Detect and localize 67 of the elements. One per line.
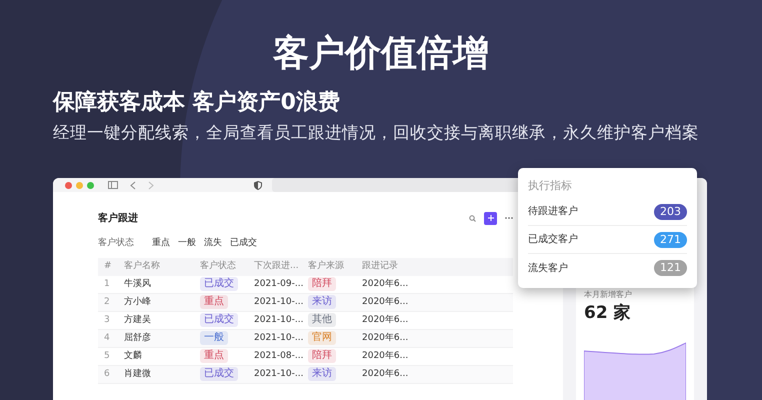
next-follow-up: 2021-08-... — [254, 350, 304, 363]
metric-count: 271 — [654, 232, 687, 248]
status-tag: 重点 — [200, 295, 228, 310]
forward-icon[interactable] — [148, 180, 154, 190]
follow-up-record: 2020年6... — [362, 368, 410, 381]
shield-icon — [254, 180, 262, 190]
column-header: 客户来源 — [308, 260, 345, 274]
status-tag: 重点 — [200, 349, 228, 364]
headline: 客户价值倍增 — [273, 32, 489, 76]
metrics-title: 执行指标 — [528, 178, 573, 194]
follow-up-record: 2020年6... — [362, 332, 410, 345]
next-follow-up: 2021-10-... — [254, 314, 304, 327]
row-number: 4 — [103, 332, 111, 345]
stat-label: 本月新增客户 — [584, 289, 633, 301]
column-header: # — [103, 260, 113, 274]
follow-up-record: 2020年6... — [362, 314, 410, 327]
status-tag: 已成交 — [200, 277, 238, 292]
status-tag: 已成交 — [200, 313, 238, 328]
source-tag: 陪拜 — [308, 277, 336, 292]
row-number: 2 — [103, 296, 111, 309]
row-number: 6 — [103, 368, 111, 381]
row-number: 1 — [103, 278, 111, 291]
metric-label: 待跟进客户 — [528, 204, 578, 219]
follow-up-record: 2020年6... — [362, 278, 410, 291]
metric-count: 121 — [654, 260, 687, 276]
next-follow-up: 2021-10-... — [254, 296, 304, 309]
customer-name: 方小峰 — [124, 296, 152, 309]
customer-name: 方建吴 — [124, 314, 152, 327]
column-header: 客户状态 — [200, 260, 237, 274]
follow-up-record: 2020年6... — [362, 296, 410, 309]
row-number: 3 — [103, 314, 111, 327]
next-follow-up: 2021-10-... — [254, 368, 304, 381]
row-number: 5 — [103, 350, 111, 363]
next-follow-up: 2021-10-... — [254, 332, 304, 345]
filter-option[interactable]: 一般 — [178, 237, 196, 251]
subtitle: 保障获客成本 客户资产0浪费 — [53, 88, 341, 117]
column-header: 跟进记录 — [362, 260, 399, 274]
sidebar-icon[interactable] — [108, 181, 118, 189]
metric-count: 203 — [654, 204, 687, 220]
filter-option[interactable]: 已成交 — [230, 237, 257, 251]
plus-icon — [488, 215, 494, 221]
metric-label: 流失客户 — [528, 262, 568, 276]
back-icon[interactable] — [130, 180, 136, 190]
source-tag: 官网 — [308, 331, 336, 346]
source-tag: 来访 — [308, 367, 336, 382]
follow-up-record: 2020年6... — [362, 350, 410, 363]
customer-name: 屈舒彦 — [124, 332, 152, 345]
filter-option[interactable]: 流失 — [204, 237, 222, 251]
status-tag: 一般 — [200, 331, 228, 346]
add-button[interactable] — [484, 212, 497, 224]
source-tag: 陪拜 — [308, 349, 336, 364]
description: 经理一键分配线索，全局查看员工跟进情况，回收交接与离职继承，永久维护客户档案 — [53, 122, 700, 144]
filter-option[interactable]: 重点 — [152, 237, 170, 251]
stat-value: 62 家 — [584, 302, 632, 325]
source-tag: 来访 — [308, 295, 336, 310]
customer-name: 肖建微 — [124, 368, 152, 381]
metric-label: 已成交客户 — [528, 232, 578, 247]
search-icon[interactable] — [469, 214, 476, 222]
customer-name: 牛溪风 — [124, 278, 152, 291]
column-header: 下次跟进... — [254, 260, 300, 274]
status-tag: 已成交 — [200, 367, 238, 382]
filter-label: 客户状态 — [98, 237, 135, 250]
customer-name: 文麟 — [124, 350, 143, 363]
page-title: 客户跟进 — [98, 211, 139, 226]
source-tag: 其他 — [308, 313, 336, 328]
next-follow-up: 2021-09-... — [254, 278, 304, 291]
column-header: 客户名称 — [124, 260, 161, 274]
